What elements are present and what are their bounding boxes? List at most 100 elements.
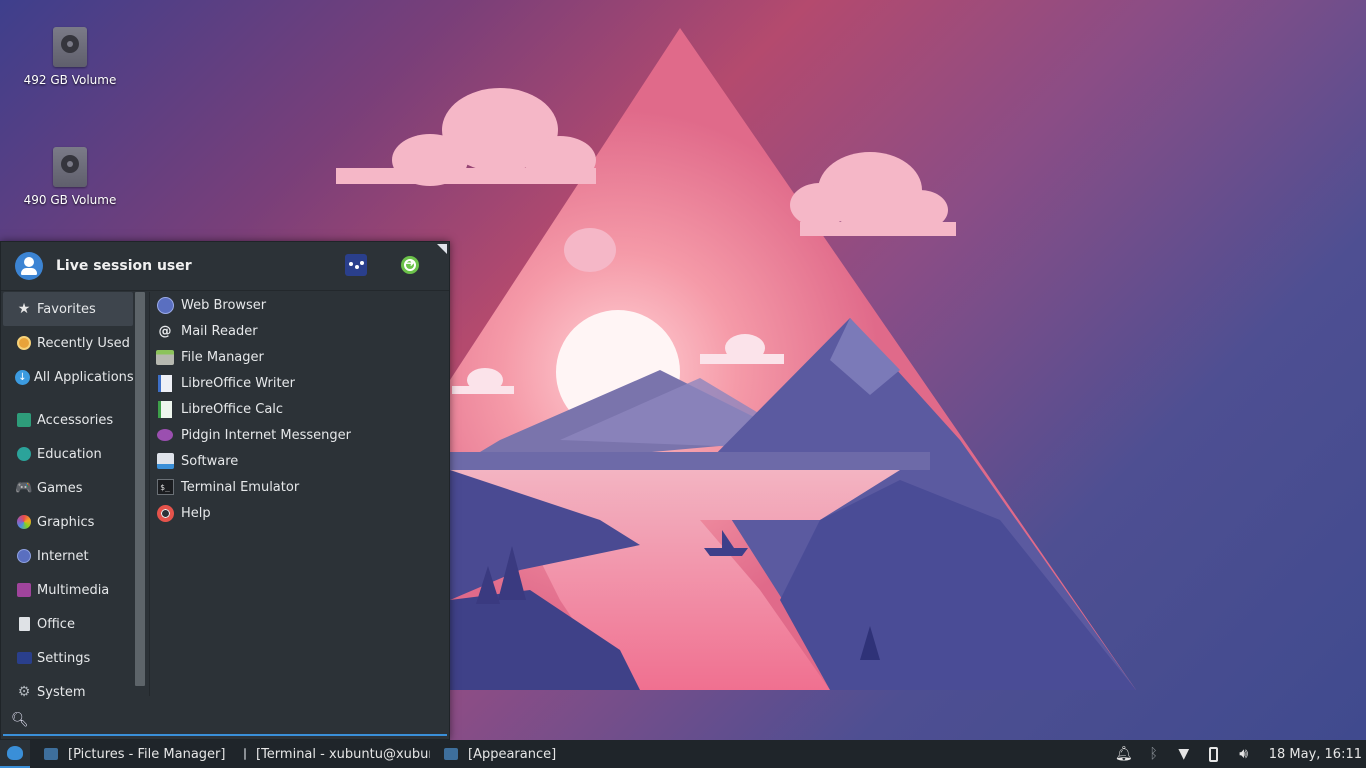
writer-icon	[156, 374, 174, 392]
category-internet[interactable]: Internet	[3, 539, 133, 573]
graphics-icon	[15, 513, 33, 531]
app-label: Help	[181, 505, 211, 521]
app-label: Software	[181, 453, 239, 469]
wifi-icon[interactable]: ▼	[1169, 740, 1199, 768]
lifebuoy-icon	[156, 504, 174, 522]
document-icon	[15, 615, 33, 633]
system-tray: 🔔︎ ᛒ ▼ 🔊︎ 18 May, 16:11	[1109, 740, 1366, 768]
menu-body: ★ Favorites Recently Used ↓ All Applicat…	[1, 290, 449, 700]
appearance-icon	[444, 748, 458, 760]
task-label: [Appearance]	[468, 746, 557, 762]
desktop-icon-label: 490 GB Volume	[23, 193, 117, 207]
multimedia-icon	[15, 581, 33, 599]
category-accessories[interactable]: Accessories	[3, 403, 133, 437]
settings-manager-button[interactable]	[345, 254, 367, 276]
category-office[interactable]: Office	[3, 607, 133, 641]
category-education[interactable]: Education	[3, 437, 133, 471]
user-name: Live session user	[56, 258, 192, 274]
category-label: Favorites	[37, 301, 96, 317]
calc-icon	[156, 400, 174, 418]
clock-icon	[15, 334, 33, 352]
search-bar: 🔍︎	[3, 706, 447, 736]
search-icon: 🔍︎	[11, 712, 29, 728]
search-input[interactable]	[36, 712, 417, 728]
log-out-icon	[401, 256, 419, 274]
accessories-icon	[15, 411, 33, 429]
category-system[interactable]: ⚙ System	[3, 675, 133, 709]
user-avatar-icon	[15, 252, 43, 280]
app-mail-reader[interactable]: @ Mail Reader	[150, 318, 447, 344]
category-label: Settings	[37, 650, 91, 666]
pidgin-icon	[156, 426, 174, 444]
volume-icon[interactable]: 🔊︎	[1229, 740, 1259, 768]
desktop-icon-volume-490[interactable]: 490 GB Volume	[10, 147, 130, 207]
category-label: Internet	[37, 548, 89, 564]
desktop-icon-volume-492[interactable]: 492 GB Volume	[10, 27, 130, 87]
bluetooth-icon[interactable]: ᛒ	[1139, 740, 1169, 768]
task-file-manager[interactable]: [Pictures - File Manager]	[30, 740, 230, 768]
task-label: [Terminal - xubuntu@xubunt...	[256, 746, 430, 762]
category-all-applications[interactable]: ↓ All Applications	[3, 360, 134, 394]
gamepad-icon: 🎮	[15, 480, 33, 496]
web-browser-icon	[156, 296, 174, 314]
app-pidgin[interactable]: Pidgin Internet Messenger	[150, 422, 447, 448]
notifications-icon[interactable]: 🔔︎	[1109, 740, 1139, 768]
folder-icon	[156, 348, 174, 366]
category-label: Accessories	[37, 412, 114, 428]
category-recently-used[interactable]: Recently Used	[3, 326, 133, 360]
app-label: Pidgin Internet Messenger	[181, 427, 351, 443]
category-graphics[interactable]: Graphics	[3, 505, 133, 539]
category-settings[interactable]: Settings	[3, 641, 133, 675]
category-label: Games	[37, 480, 83, 496]
task-terminal[interactable]: [Terminal - xubuntu@xubunt...	[230, 740, 430, 768]
app-help[interactable]: Help	[150, 500, 447, 526]
category-label: Recently Used	[37, 335, 130, 351]
app-web-browser[interactable]: Web Browser	[150, 292, 447, 318]
category-label: System	[37, 684, 86, 700]
log-out-button[interactable]	[399, 254, 421, 276]
app-label: Terminal Emulator	[181, 479, 300, 495]
app-label: Web Browser	[181, 297, 267, 313]
category-list: ★ Favorites Recently Used ↓ All Applicat…	[3, 292, 134, 700]
download-icon: ↓	[15, 368, 30, 386]
category-label: Multimedia	[37, 582, 110, 598]
task-appearance[interactable]: [Appearance]	[430, 740, 630, 768]
folder-icon	[44, 748, 58, 760]
category-favorites[interactable]: ★ Favorites	[3, 292, 133, 326]
favorites-app-list: Web Browser @ Mail Reader File Manager L…	[149, 292, 447, 696]
software-icon	[156, 452, 174, 470]
drive-harddisk-icon	[53, 147, 87, 187]
category-label: All Applications	[34, 369, 134, 385]
app-label: LibreOffice Calc	[181, 401, 284, 417]
app-software[interactable]: Software	[150, 448, 447, 474]
app-label: Mail Reader	[181, 323, 258, 339]
menu-header: Live session user	[1, 242, 449, 290]
category-multimedia[interactable]: Multimedia	[3, 573, 133, 607]
terminal-icon	[244, 748, 246, 760]
xubuntu-logo-icon	[7, 746, 23, 760]
task-label: [Pictures - File Manager]	[68, 746, 226, 762]
category-label: Office	[37, 616, 75, 632]
battery-icon[interactable]	[1199, 740, 1229, 768]
category-label: Education	[37, 446, 102, 462]
app-terminal-emulator[interactable]: $_ Terminal Emulator	[150, 474, 447, 500]
terminal-icon: $_	[156, 478, 174, 496]
app-label: LibreOffice Writer	[181, 375, 295, 391]
education-icon	[15, 445, 33, 463]
category-scrollbar[interactable]	[135, 292, 145, 686]
category-separator	[3, 394, 133, 403]
at-sign-icon: @	[158, 323, 172, 339]
clock[interactable]: 18 May, 16:11	[1259, 747, 1366, 762]
globe-icon	[15, 547, 33, 565]
app-libreoffice-calc[interactable]: LibreOffice Calc	[150, 396, 447, 422]
star-icon: ★	[17, 301, 31, 317]
settings-icon	[15, 649, 33, 667]
whisker-menu: Live session user ★ Favorites Recently U…	[0, 241, 450, 740]
applications-menu-button[interactable]	[0, 740, 30, 768]
app-label: File Manager	[181, 349, 264, 365]
resize-grip[interactable]	[437, 244, 447, 254]
category-label: Graphics	[37, 514, 95, 530]
app-libreoffice-writer[interactable]: LibreOffice Writer	[150, 370, 447, 396]
app-file-manager[interactable]: File Manager	[150, 344, 447, 370]
category-games[interactable]: 🎮 Games	[3, 471, 133, 505]
